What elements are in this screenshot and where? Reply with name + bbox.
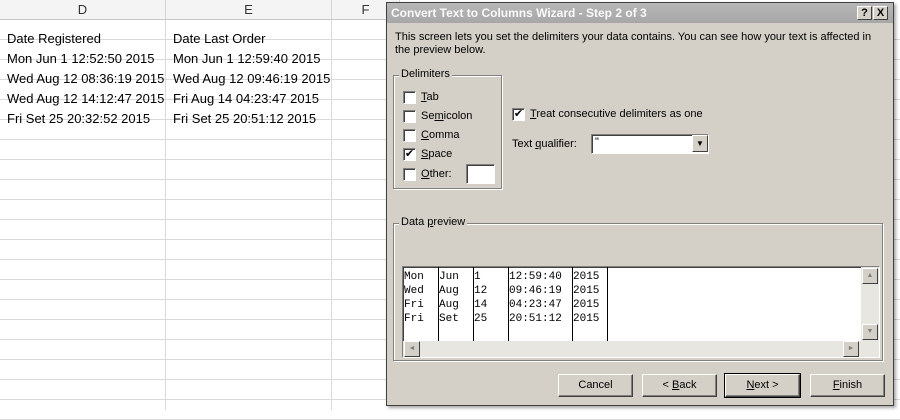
dialog-titlebar[interactable]: Convert Text to Columns Wizard - Step 2 … <box>387 3 893 23</box>
chevron-down-icon[interactable]: ▼ <box>692 135 708 152</box>
close-button[interactable]: X <box>873 6 888 20</box>
preview-cell: 04:23:47 <box>509 299 562 311</box>
horizontal-scrollbar[interactable] <box>403 341 879 357</box>
help-button[interactable]: ? <box>857 6 872 20</box>
dialog-description: This screen lets you set the delimiters … <box>395 31 872 56</box>
finish-button[interactable]: Finish <box>810 374 885 397</box>
data-preview-group: Data preview Mon Jun 1 12:59:40 2015 Wed… <box>393 216 883 361</box>
semicolon-label[interactable]: Semicolon <box>421 110 472 123</box>
other-delimiter-input[interactable] <box>466 164 495 184</box>
preview-cell: 1 <box>474 271 481 283</box>
data-preview-legend: Data preview <box>399 216 468 228</box>
cell-d2[interactable]: Mon Jun 1 12:52:50 2015 <box>1 49 166 69</box>
cell-d4[interactable]: Wed Aug 12 14:12:47 2015 <box>1 89 166 109</box>
preview-cell: 14 <box>474 299 488 311</box>
text-qualifier-value: " <box>595 136 599 148</box>
semicolon-checkbox[interactable] <box>403 110 416 123</box>
preview-cell: 12 <box>474 285 488 297</box>
preview-cell: 2015 <box>573 299 600 311</box>
preview-cell: Set <box>439 313 459 325</box>
text-qualifier-label: Text qualifier: <box>512 138 577 150</box>
comma-label[interactable]: Comma <box>421 129 460 142</box>
preview-cell: Jun <box>439 271 459 283</box>
column-break-line[interactable] <box>607 267 608 343</box>
dialog-title: Convert Text to Columns Wizard - Step 2 … <box>391 6 647 20</box>
consecutive-delimiters-label[interactable]: Treat consecutive delimiters as one <box>530 108 703 121</box>
comma-checkbox[interactable] <box>403 129 416 142</box>
preview-cell: Aug <box>439 299 459 311</box>
column-header-d[interactable]: D <box>0 0 166 20</box>
cell-e3[interactable]: Wed Aug 12 09:46:19 2015 <box>167 69 332 89</box>
cell-e2[interactable]: Mon Jun 1 12:59:40 2015 <box>167 49 332 69</box>
text-to-columns-dialog: Convert Text to Columns Wizard - Step 2 … <box>386 2 894 406</box>
cell-d1-header[interactable]: Date Registered <box>1 29 166 49</box>
preview-cell: 20:51:12 <box>509 313 562 325</box>
preview-cell: 09:46:19 <box>509 285 562 297</box>
cell-e5[interactable]: Fri Set 25 20:51:12 2015 <box>167 109 332 129</box>
preview-cell: Mon <box>404 271 424 283</box>
other-checkbox[interactable] <box>403 168 416 181</box>
back-button[interactable]: < Back <box>642 374 717 397</box>
preview-cell: 2015 <box>573 313 600 325</box>
preview-cell: 2015 <box>573 271 600 283</box>
cell-e4[interactable]: Fri Aug 14 04:23:47 2015 <box>167 89 332 109</box>
cell-e1-header[interactable]: Date Last Order <box>167 29 332 49</box>
preview-cell: 25 <box>474 313 488 325</box>
cancel-button[interactable]: Cancel <box>558 374 633 397</box>
tab-label[interactable]: Tab <box>421 91 439 104</box>
scroll-up-icon[interactable]: ▲ <box>862 268 878 284</box>
preview-cell: 2015 <box>573 285 600 297</box>
scroll-left-icon[interactable]: ◄ <box>404 341 420 357</box>
preview-cell: Fri <box>404 299 424 311</box>
preview-cell: Fri <box>404 313 424 325</box>
space-label[interactable]: Space <box>421 148 452 161</box>
cell-d3[interactable]: Wed Aug 12 08:36:19 2015 <box>1 69 166 89</box>
other-label[interactable]: Other: <box>421 168 452 181</box>
next-button[interactable]: Next > <box>724 373 801 398</box>
tab-checkbox[interactable] <box>403 91 416 104</box>
cell-d5[interactable]: Fri Set 25 20:32:52 2015 <box>1 109 166 129</box>
scroll-right-icon[interactable]: ► <box>843 341 859 357</box>
scroll-down-icon[interactable]: ▼ <box>862 324 878 340</box>
preview-cell: 12:59:40 <box>509 271 562 283</box>
preview-cell: Wed <box>404 285 424 297</box>
column-header-e[interactable]: E <box>166 0 332 20</box>
data-preview-pane[interactable]: Mon Jun 1 12:59:40 2015 Wed Aug 12 09:46… <box>402 266 880 358</box>
delimiters-group: Delimiters Tab Semicolon Comma ✔ Space O… <box>393 68 502 189</box>
consecutive-delimiters-checkbox[interactable]: ✔ <box>512 108 525 121</box>
space-checkbox[interactable]: ✔ <box>403 148 416 161</box>
delimiters-legend: Delimiters <box>399 68 452 80</box>
preview-cell: Aug <box>439 285 459 297</box>
